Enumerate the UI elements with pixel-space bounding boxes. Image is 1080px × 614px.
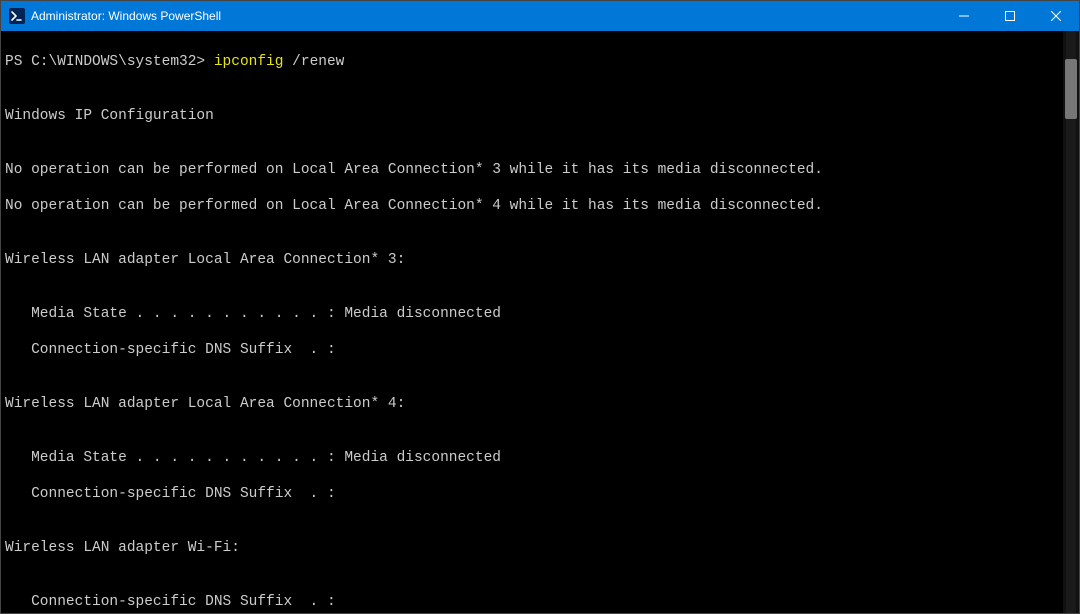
- maximize-button[interactable]: [987, 1, 1033, 31]
- close-button[interactable]: [1033, 1, 1079, 31]
- output-line: No operation can be performed on Local A…: [5, 161, 1079, 179]
- vertical-scrollbar[interactable]: [1063, 31, 1079, 613]
- command-1-arg: /renew: [292, 54, 344, 70]
- window-title: Administrator: Windows PowerShell: [31, 9, 221, 23]
- prompt-1: PS C:\WINDOWS\system32>: [5, 54, 214, 70]
- output-line: Media State . . . . . . . . . . . : Medi…: [5, 305, 1079, 323]
- output-line: Connection-specific DNS Suffix . :: [5, 485, 1079, 503]
- output-line: Windows IP Configuration: [5, 107, 1079, 125]
- prompt-line-1: PS C:\WINDOWS\system32> ipconfig /renew: [5, 53, 1079, 71]
- scrollbar-thumb[interactable]: [1065, 59, 1077, 119]
- output-line: Wireless LAN adapter Wi-Fi:: [5, 539, 1079, 557]
- output-line: Connection-specific DNS Suffix . :: [5, 341, 1079, 359]
- terminal-output[interactable]: PS C:\WINDOWS\system32> ipconfig /renew …: [1, 31, 1079, 613]
- minimize-button[interactable]: [941, 1, 987, 31]
- window-titlebar[interactable]: Administrator: Windows PowerShell: [1, 1, 1079, 31]
- output-line: Wireless LAN adapter Local Area Connecti…: [5, 395, 1079, 413]
- output-line: Wireless LAN adapter Local Area Connecti…: [5, 251, 1079, 269]
- output-line: Media State . . . . . . . . . . . : Medi…: [5, 449, 1079, 467]
- command-1-head: ipconfig: [214, 54, 292, 70]
- output-line: No operation can be performed on Local A…: [5, 197, 1079, 215]
- powershell-icon: [9, 8, 25, 24]
- output-line: Connection-specific DNS Suffix . :: [5, 593, 1079, 611]
